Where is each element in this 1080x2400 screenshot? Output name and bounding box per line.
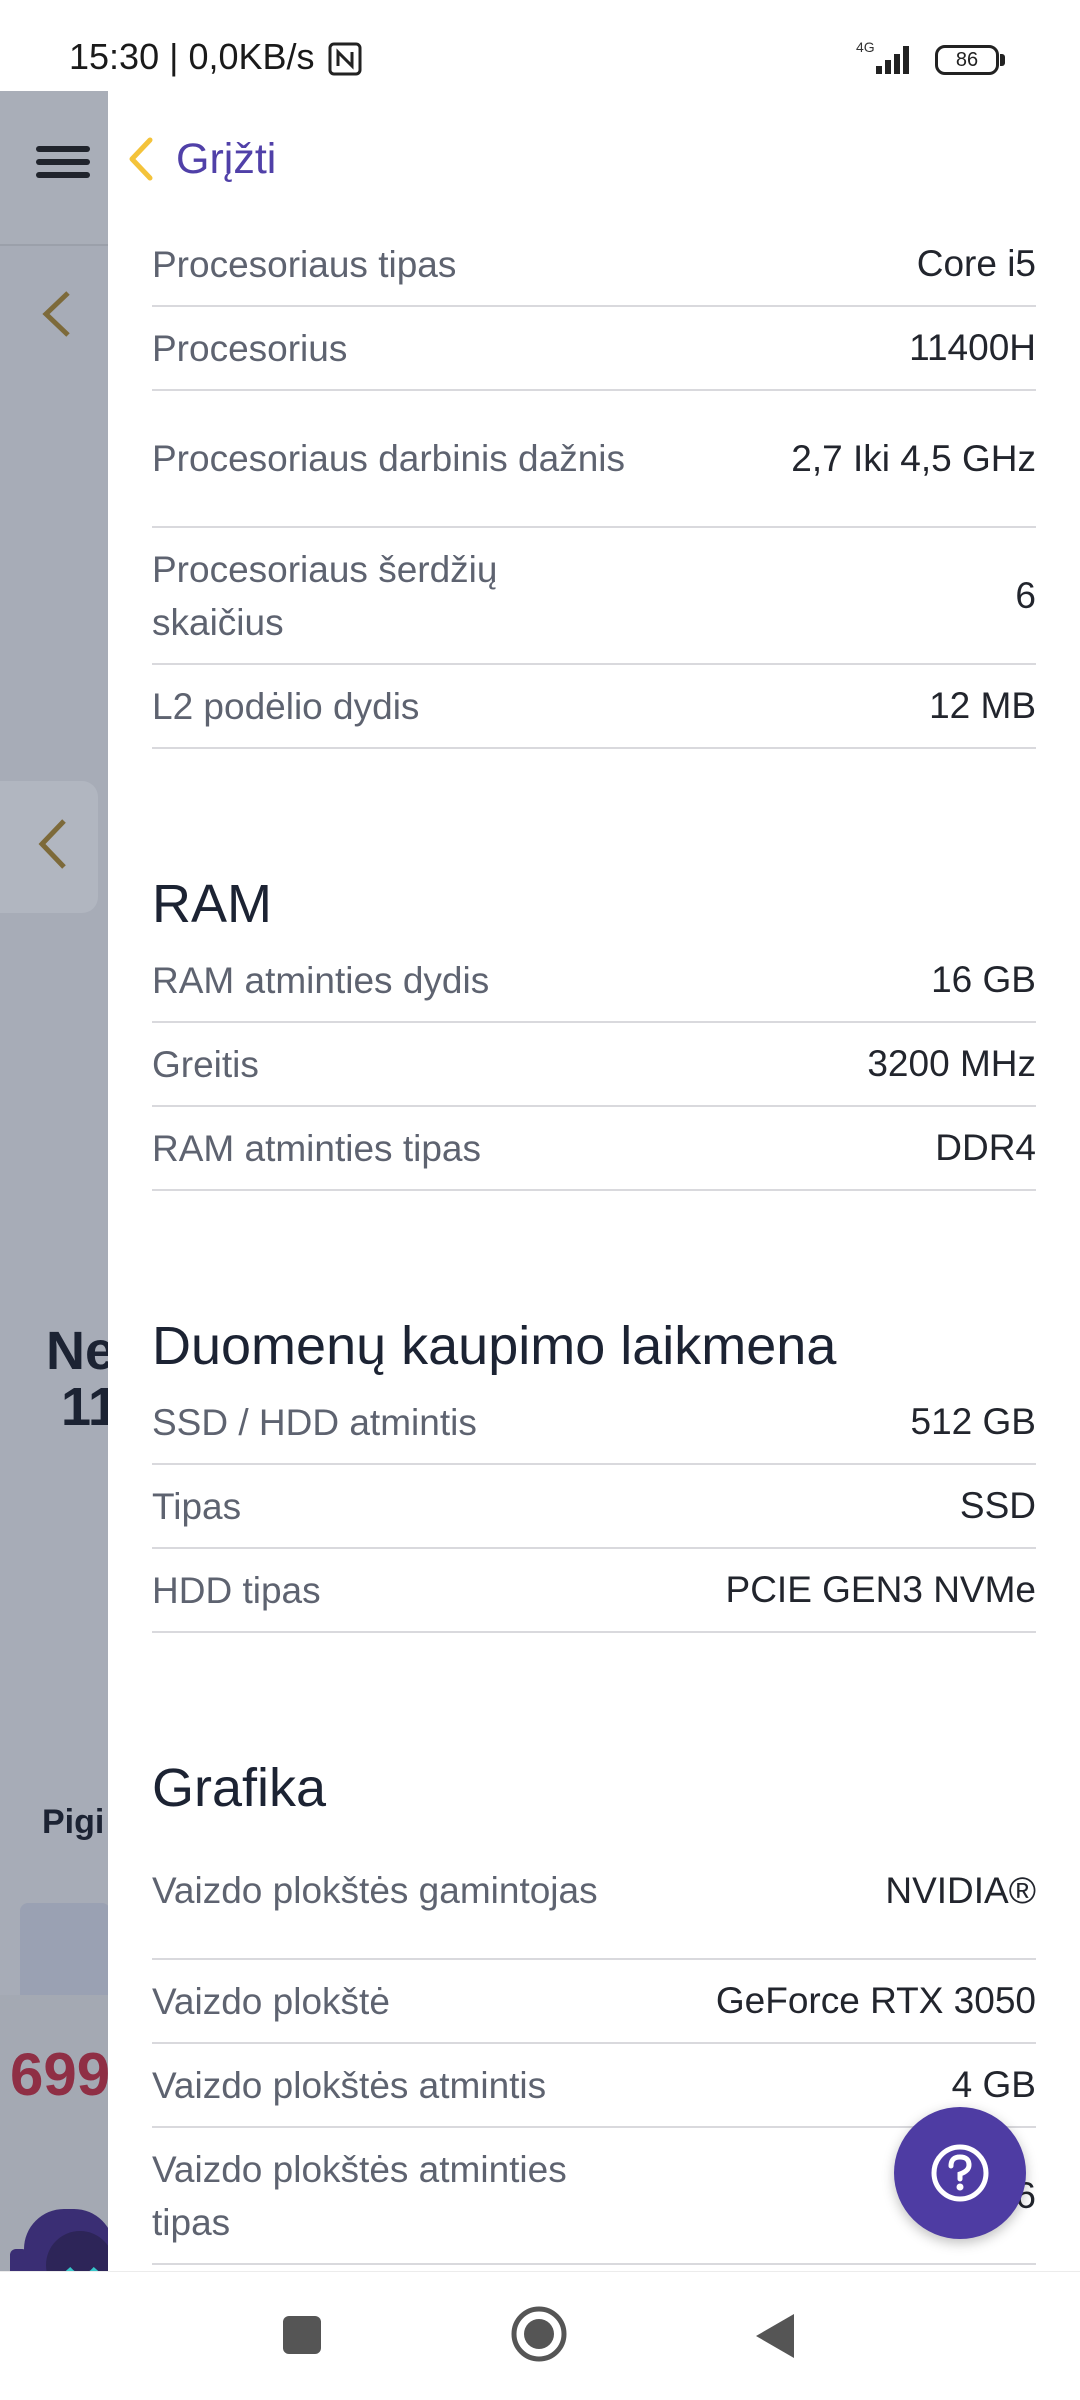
spec-label: Vaizdo plokštės gamintojas <box>152 1870 598 1911</box>
spec-row: RAM atminties dydis 16 GB <box>152 939 1036 1023</box>
chevron-left-icon <box>42 291 70 337</box>
nfc-icon <box>328 42 362 76</box>
section-title: RAM <box>152 874 272 934</box>
spec-label: HDD tipas <box>152 1569 321 1611</box>
spec-section-processor: Procesoriaus tipas Core i5 Procesorius 1… <box>152 223 1036 749</box>
chevron-left-icon <box>129 137 153 181</box>
spec-row: RAM atminties tipas DDR4 <box>152 1107 1036 1191</box>
help-button[interactable] <box>894 2107 1026 2239</box>
spec-section-storage: Duomenų kaupimo laikmena SSD / HDD atmin… <box>152 1299 1036 1633</box>
spec-value: 6 <box>1015 574 1036 616</box>
spec-value: 12 MB <box>929 685 1036 726</box>
back-button[interactable]: Grįžti <box>126 129 276 189</box>
spec-label: RAM atminties tipas <box>152 1127 481 1169</box>
spec-value: PCIE GEN3 NVMe <box>725 1569 1036 1610</box>
spec-value: 4 GB <box>951 2064 1036 2105</box>
spec-label: Vaizdo plokštės atminties tipas <box>152 2148 567 2243</box>
recents-icon[interactable] <box>282 2315 322 2355</box>
spec-label: Vaizdo plokštė <box>152 1980 390 2022</box>
spec-row: Tipas SSD <box>152 1465 1036 1549</box>
spec-value: 512 GB <box>910 1401 1036 1442</box>
spec-row: Procesoriaus tipas Core i5 <box>152 223 1036 307</box>
screen: 15:30 | 0,0KB/s 4G 86 Ne 11 Pigi 699 Grį… <box>0 0 1080 2400</box>
section-title: Grafika <box>152 1758 327 1818</box>
section-label-partial: Pigi <box>42 1803 105 1841</box>
spec-row: Procesorius 11400H <box>152 307 1036 391</box>
status-bar: 15:30 | 0,0KB/s 4G 86 <box>0 0 1080 91</box>
spec-row: Vaizdo plokštė GeForce RTX 3050 <box>152 1960 1036 2044</box>
section-title: Duomenų kaupimo laikmena <box>152 1316 837 1376</box>
status-time: 15:30 | 0,0KB/s <box>69 36 315 77</box>
battery-level: 86 <box>935 45 999 75</box>
spec-row: HDD tipas PCIE GEN3 NVMe <box>152 1549 1036 1633</box>
spec-value: 11400H <box>909 327 1036 368</box>
spec-value: DDR4 <box>935 1127 1036 1168</box>
network-type: 4G <box>856 39 875 55</box>
specs-drawer: Grįžti Procesoriaus tipas Core i5 Proces… <box>108 91 1080 2271</box>
spec-row: Procesoriaus šerdžių skaičius 6 <box>152 528 1036 665</box>
question-mark-icon <box>931 2144 989 2202</box>
spec-row: Vaizdo plokštės gamintojas NVIDIA® <box>152 1823 1036 1960</box>
spec-value: 3200 MHz <box>867 1043 1036 1084</box>
back-label: Grįžti <box>176 134 277 183</box>
spec-list: Procesoriaus tipas Core i5 Procesorius 1… <box>152 223 1036 2265</box>
spec-label: Procesoriaus darbinis dažnis <box>152 438 626 479</box>
spec-section-ram: RAM RAM atminties dydis 16 GB Greitis 32… <box>152 857 1036 1191</box>
spec-value: 16 GB <box>931 959 1036 1000</box>
spec-row: SSD / HDD atmintis 512 GB <box>152 1381 1036 1465</box>
spec-label: L2 podėlio dydis <box>152 685 420 727</box>
spec-label: Procesoriaus šerdžių skaičius <box>152 548 498 643</box>
spec-row: Procesoriaus darbinis dažnis 2,7 Iki 4,5… <box>152 391 1036 528</box>
spec-label: RAM atminties dydis <box>152 959 490 1001</box>
chevron-left-icon <box>38 819 66 869</box>
spec-row: Vaizdo plokštės atmintis 4 GB <box>152 2044 1036 2128</box>
spec-label: SSD / HDD atmintis <box>152 1401 477 1443</box>
spec-value: GeForce RTX 3050 <box>715 1980 1036 2021</box>
spec-row: Greitis 3200 MHz <box>152 1023 1036 1107</box>
battery-indicator: 86 <box>935 45 1005 75</box>
battery-tip <box>1000 54 1005 66</box>
spec-value: Core i5 <box>916 243 1036 284</box>
price-partial: 699 <box>10 2041 111 2108</box>
spec-label: Procesorius <box>152 327 348 369</box>
spec-label: Procesoriaus tipas <box>152 243 457 285</box>
spec-label: Vaizdo plokštės atmintis <box>152 2064 547 2106</box>
hamburger-icon[interactable] <box>36 146 90 184</box>
spec-value: NVIDIA® <box>885 1869 1036 1911</box>
back-icon[interactable] <box>754 2312 796 2360</box>
spec-value: 2,7 Iki 4,5 GHz <box>791 437 1036 479</box>
system-nav-bar <box>0 2271 1080 2400</box>
spec-label: Greitis <box>152 1043 259 1085</box>
home-icon[interactable] <box>510 2305 568 2363</box>
spec-row: L2 podėlio dydis 12 MB <box>152 665 1036 749</box>
signal-icon: 4G <box>856 39 909 74</box>
spec-label: Tipas <box>152 1485 242 1527</box>
spec-value: SSD <box>959 1485 1036 1526</box>
